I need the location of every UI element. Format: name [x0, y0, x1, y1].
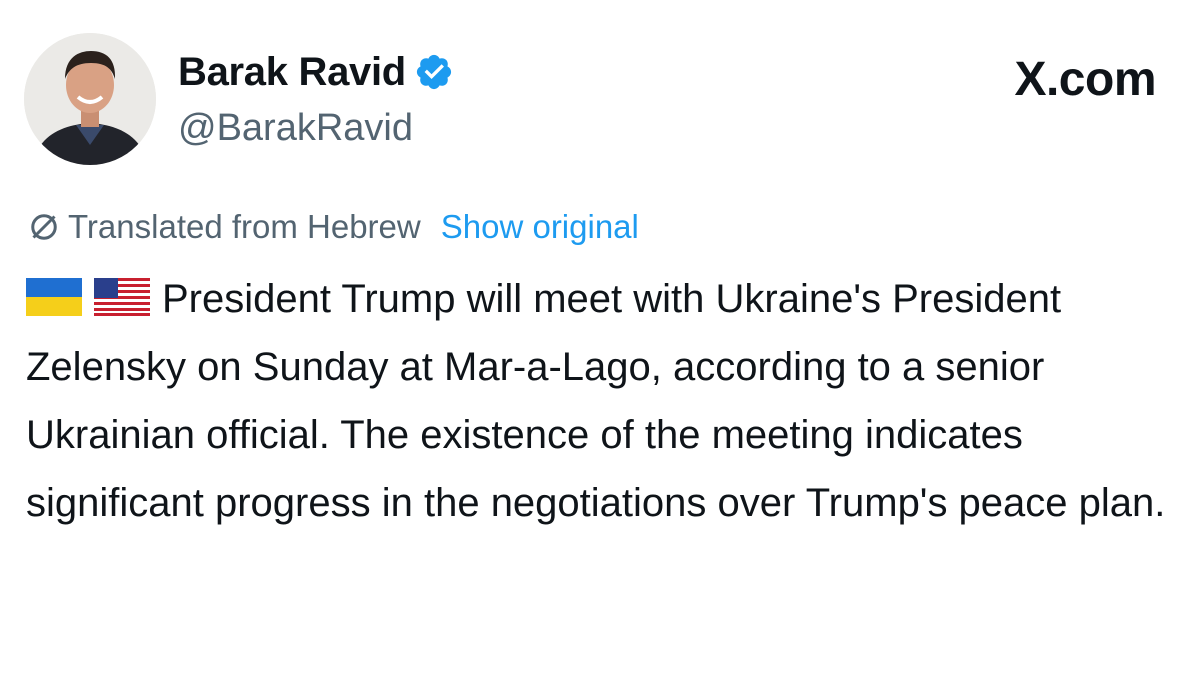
show-original-link[interactable]: Show original	[441, 204, 639, 250]
verified-badge-icon	[416, 54, 452, 90]
translated-from-label: Translated from Hebrew	[68, 208, 421, 245]
tweet-text: President Trump will meet with Ukraine's…	[26, 277, 1166, 525]
ukraine-flag-icon	[26, 278, 82, 317]
tweet-text-container: President Trump will meet with Ukraine's…	[26, 265, 1166, 537]
profile-photo-icon	[24, 33, 156, 165]
translate-icon	[31, 214, 57, 240]
brand-label: X.com	[1014, 53, 1156, 106]
avatar[interactable]	[24, 33, 156, 165]
author-handle[interactable]: @BarakRavid	[178, 102, 413, 154]
author-name-row: Barak Ravid	[178, 46, 454, 98]
translation-bar: Translated from Hebrew Show original	[26, 204, 639, 250]
us-flag-icon	[94, 278, 150, 317]
author-display-name[interactable]: Barak Ravid	[178, 46, 406, 98]
